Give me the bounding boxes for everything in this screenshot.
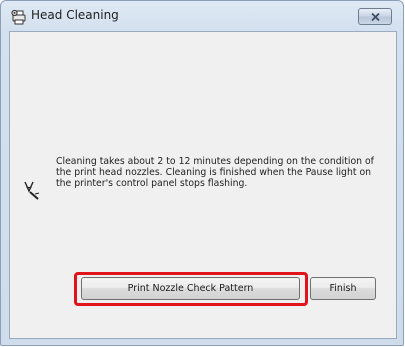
title-bar: Head Cleaning: [1, 1, 403, 31]
finish-button[interactable]: Finish: [310, 277, 376, 300]
print-nozzle-check-pattern-button[interactable]: Print Nozzle Check Pattern: [81, 277, 300, 300]
close-button[interactable]: [358, 8, 392, 25]
pen-nozzle-icon: [23, 179, 41, 201]
window-title: Head Cleaning: [31, 8, 119, 22]
cleaning-message: Cleaning takes about 2 to 12 minutes dep…: [56, 156, 374, 189]
head-cleaning-dialog: Head Cleaning Cleaning takes about 2 to …: [0, 0, 404, 346]
printer-gear-icon: [10, 8, 28, 26]
